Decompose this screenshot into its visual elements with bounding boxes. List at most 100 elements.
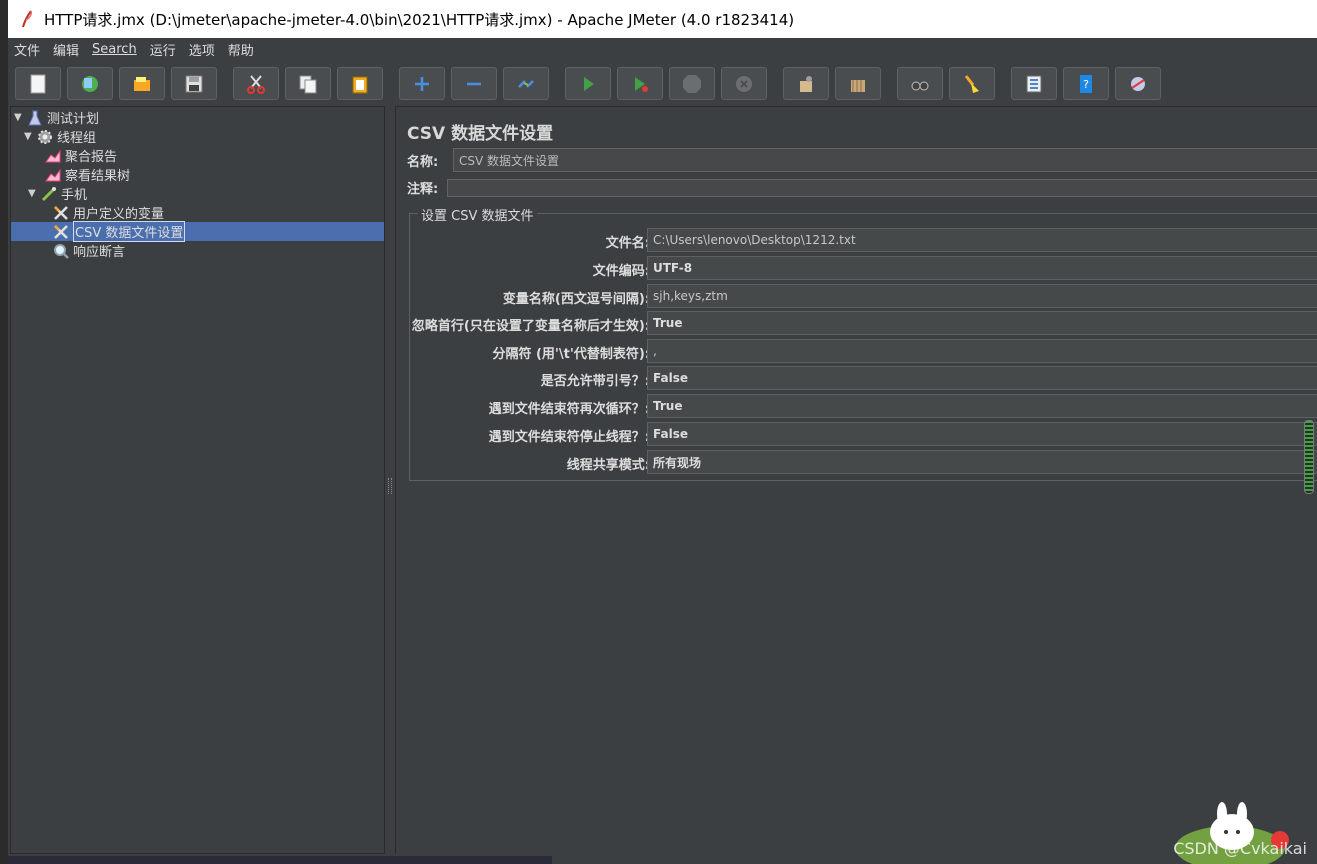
menu-run[interactable]: 运行 — [150, 40, 176, 59]
save-button[interactable] — [171, 67, 217, 100]
file-encoding-select[interactable]: UTF-8 — [647, 256, 1317, 280]
toggle-icon — [518, 79, 534, 88]
stop-button[interactable] — [669, 67, 715, 100]
menu-help[interactable]: 帮助 — [228, 40, 254, 59]
expand-all-button[interactable] — [399, 67, 445, 100]
copy-button[interactable] — [285, 67, 331, 100]
allow-quoted-label: 是否允许带引号？: — [540, 374, 650, 389]
tree-node-label: 手机 — [61, 188, 88, 203]
tree-node-test-plan[interactable]: ▼ 测试计划 — [14, 108, 99, 127]
property-row: 线程共享模式: 所有现场 — [410, 449, 1317, 477]
tree-node-label: CSV 数据文件设置 — [73, 221, 186, 242]
menu-search[interactable]: Search — [92, 42, 137, 57]
tree-node-user-defined-variables[interactable]: 用户定义的变量 — [52, 203, 164, 222]
copy-icon — [299, 75, 317, 93]
tree-node-view-results-tree[interactable]: 察看结果树 — [44, 165, 130, 184]
menu-bar: 文件 编辑 Search 运行 选项 帮助 — [8, 38, 1317, 60]
collapse-icon — [467, 82, 481, 85]
tree-node-sampler[interactable]: ▼ 手机 — [28, 184, 87, 203]
new-button[interactable] — [15, 67, 61, 100]
group-title: 设置 CSV 数据文件 — [418, 205, 537, 224]
pane-splitter[interactable] — [385, 106, 395, 854]
toggle-button[interactable] — [503, 67, 549, 100]
start-icon — [584, 76, 594, 91]
listener-icon — [44, 147, 61, 164]
delimiter-input[interactable]: , — [647, 339, 1317, 363]
start-button[interactable] — [565, 67, 611, 100]
expand-toggle-icon[interactable]: ▼ — [28, 188, 40, 199]
ignore-first-line-select[interactable]: True — [647, 311, 1317, 335]
allow-quoted-select[interactable]: False — [647, 366, 1317, 390]
expand-toggle-icon[interactable]: ▼ — [14, 112, 26, 123]
comment-label: 注释: — [407, 182, 439, 197]
stop-icon — [683, 74, 701, 93]
stop-thread-on-eof-select[interactable]: False — [647, 422, 1317, 446]
clear-all-icon — [851, 79, 865, 92]
tree-node-thread-group[interactable]: ▼ 线程组 — [24, 127, 96, 146]
tree-node-response-assertion[interactable]: 响应断言 — [52, 241, 125, 260]
shutdown-button[interactable] — [721, 67, 767, 100]
search-icon — [911, 81, 929, 90]
property-row: 遇到文件结束符再次循环？: True — [410, 393, 1317, 421]
csdn-watermark: CSDN @Cvkaikai — [1173, 839, 1307, 858]
csv-settings-group: 设置 CSV 数据文件 文件名: C:\Users\lenovo\Desktop… — [409, 205, 1317, 481]
tree-node-label: 测试计划 — [47, 112, 100, 127]
paste-button[interactable] — [337, 67, 383, 100]
help-button[interactable]: ? — [1063, 67, 1109, 100]
search-button[interactable] — [897, 67, 943, 100]
variable-names-label: 变量名称(西文逗号间隔): — [502, 292, 650, 307]
templates-button[interactable] — [67, 67, 113, 100]
name-row: 名称: CSV 数据文件设置 — [407, 148, 1317, 172]
cut-button[interactable] — [233, 67, 279, 100]
clear-button[interactable] — [783, 67, 829, 100]
tree-node-csv-data-set[interactable]: CSV 数据文件设置 — [11, 221, 384, 242]
svg-text:?: ? — [1083, 78, 1089, 91]
jmeter-feather-icon — [22, 10, 32, 28]
name-label: 名称: — [407, 154, 439, 170]
delimiter-label: 分隔符 (用'\t'代替制表符): — [492, 347, 650, 362]
expand-toggle-icon[interactable]: ▼ — [24, 131, 36, 142]
tree-node-label: 线程组 — [57, 131, 97, 146]
function-helper-button[interactable] — [1011, 67, 1057, 100]
filename-input[interactable]: C:\Users\lenovo\Desktop\1212.txt — [647, 228, 1317, 252]
property-row: 遇到文件结束符停止线程？: False — [410, 421, 1317, 449]
remote-button[interactable] — [1115, 67, 1161, 100]
assertion-icon — [52, 242, 69, 259]
start-no-pause-button[interactable] — [617, 67, 663, 100]
window-titlebar: HTTP请求.jmx (D:\jmeter\apache-jmeter-4.0\… — [8, 0, 1317, 38]
scrollbar-thumb[interactable] — [1304, 420, 1314, 494]
variable-names-input[interactable]: sjh,keys,ztm — [647, 284, 1317, 308]
clear-all-button[interactable] — [835, 67, 881, 100]
menu-options[interactable]: 选项 — [189, 40, 215, 59]
config-panel: CSV 数据文件设置 名称: CSV 数据文件设置 注释: 设置 CSV 数据文… — [395, 106, 1317, 854]
open-button[interactable] — [119, 67, 165, 100]
remote-icon — [1131, 76, 1145, 91]
shutdown-icon — [736, 75, 752, 92]
new-icon — [30, 74, 46, 93]
comment-input[interactable] — [447, 178, 1317, 197]
expand-icon — [415, 76, 429, 91]
sharing-mode-select[interactable]: 所有现场 — [647, 450, 1317, 474]
name-input[interactable]: CSV 数据文件设置 — [453, 148, 1317, 172]
config-icon — [52, 223, 69, 240]
comment-row: 注释: — [407, 178, 1317, 197]
property-row: 是否允许带引号？: False — [410, 365, 1317, 393]
menu-file[interactable]: 文件 — [14, 40, 40, 59]
test-plan-icon — [26, 109, 43, 126]
save-icon — [185, 75, 203, 92]
templates-icon — [82, 75, 98, 92]
clear-icon — [800, 75, 812, 92]
splitter-grip-icon[interactable] — [388, 478, 392, 494]
recycle-on-eof-select[interactable]: True — [647, 394, 1317, 418]
reset-search-button[interactable] — [949, 67, 995, 100]
open-icon — [134, 76, 150, 91]
sharing-mode-label: 线程共享模式: — [566, 458, 650, 473]
property-row: 分隔符 (用'\t'代替制表符): , — [410, 338, 1317, 366]
test-tree-pane: ▼ 测试计划 ▼ 线程组 聚合报告 察看结果树 ▼ 手机 用户定义的变量 CSV… — [10, 106, 385, 854]
sampler-icon — [40, 185, 57, 202]
collapse-all-button[interactable] — [451, 67, 497, 100]
menu-edit[interactable]: 编辑 — [53, 40, 79, 59]
listener-icon — [44, 166, 61, 183]
tree-node-label: 聚合报告 — [65, 150, 118, 165]
tree-node-aggregate-report[interactable]: 聚合报告 — [44, 146, 117, 165]
